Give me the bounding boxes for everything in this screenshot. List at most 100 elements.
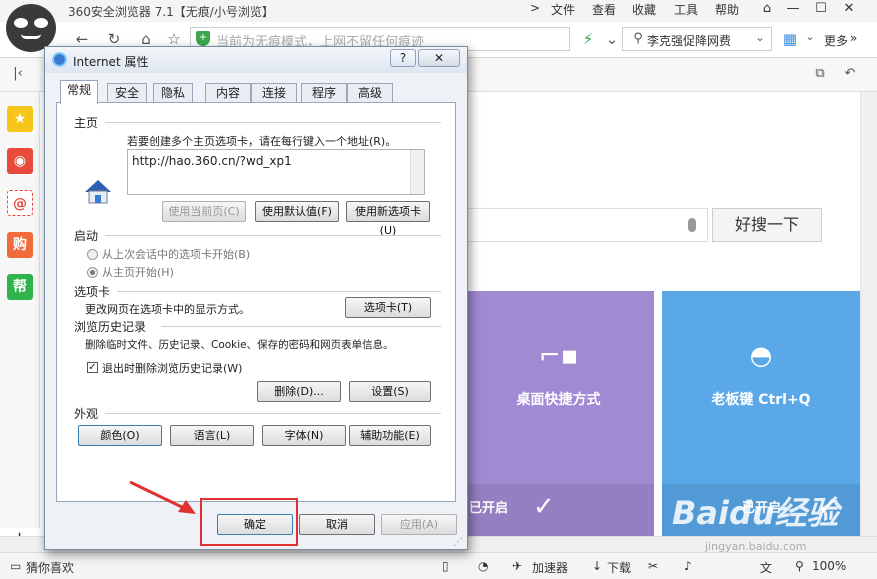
network-icon[interactable]: ◔ — [478, 559, 488, 573]
delete-history-button[interactable]: 删除(D)... — [257, 381, 341, 402]
red-arrow-icon — [129, 480, 196, 514]
tab-content[interactable]: 内容 — [205, 83, 251, 103]
incognito-icon: ◓ — [749, 341, 773, 371]
search-icon[interactable]: ⚲ — [628, 31, 648, 49]
shop-icon-text: 购 — [13, 237, 27, 253]
speaker-icon[interactable]: ♪ — [684, 559, 692, 573]
accelerator-icon[interactable]: ✈ — [512, 559, 522, 573]
divider — [105, 235, 441, 236]
tab-connections[interactable]: 连接 — [251, 83, 297, 103]
screenshot-icon[interactable]: ✂ — [648, 559, 658, 573]
more-chevron-icon[interactable]: » — [850, 31, 857, 45]
search-dropdown-icon[interactable]: ⌄ — [750, 31, 770, 49]
use-current-button[interactable]: 使用当前页(C) — [162, 201, 246, 222]
tabs-description: 更改网页在选项卡中的显示方式。 — [85, 303, 250, 316]
phone-icon[interactable]: ▯ — [442, 559, 449, 573]
maximize-icon[interactable]: ☐ — [808, 0, 834, 20]
recommend-icon[interactable]: ▭ — [10, 559, 21, 573]
download-icon[interactable]: ↓ — [592, 559, 602, 573]
startup-home-page-label[interactable]: 从主页开始(H) — [102, 264, 174, 280]
menu-view[interactable]: 查看 — [592, 1, 616, 18]
search-button[interactable]: 好搜一下 — [712, 208, 822, 242]
apps-grid-icon[interactable]: ▦ — [780, 30, 800, 48]
card1-status: 已开启 — [469, 501, 509, 516]
undo-close-icon[interactable]: ↶ — [840, 66, 860, 84]
dropdown-chevron-icon[interactable]: ⌄ — [602, 30, 622, 48]
dialog-help-button[interactable]: ? — [390, 49, 416, 67]
tab-general[interactable]: 常规 — [60, 80, 98, 104]
accessibility-button[interactable]: 辅助功能(E) — [349, 425, 431, 446]
card2-label: 老板键 Ctrl+Q — [711, 392, 811, 408]
zoom-level[interactable]: 100% — [812, 559, 846, 573]
languages-button[interactable]: 语言(L) — [170, 425, 254, 446]
home-url-text: http://hao.360.cn/?wd_xp1 — [132, 154, 292, 168]
menu-tools[interactable]: 工具 — [674, 1, 698, 18]
tab-scroll-left-icon[interactable]: |‹ — [8, 66, 28, 84]
window-title: 360安全浏览器 7.1【无痕/小号浏览】 — [68, 5, 274, 19]
skin-icon[interactable]: ⌂ — [754, 0, 780, 20]
vertical-scrollbar[interactable] — [860, 92, 877, 536]
resize-grip-icon[interactable]: ⋰ — [453, 537, 463, 548]
translate-icon[interactable]: 文 — [760, 559, 772, 576]
shop-icon[interactable]: 购 — [7, 232, 33, 258]
history-settings-button[interactable]: 设置(S) — [349, 381, 431, 402]
home-page-icon — [85, 180, 111, 204]
menu-help[interactable]: 帮助 — [715, 1, 739, 18]
history-section-label: 浏览历史记录 — [74, 320, 147, 334]
use-new-tab-button[interactable]: 使用新选项卡(U) — [346, 201, 430, 237]
more-menu[interactable]: 更多 — [824, 32, 848, 49]
home-page-url-field[interactable]: http://hao.360.cn/?wd_xp1 — [127, 149, 425, 195]
close-window-icon[interactable]: ✕ — [836, 0, 862, 20]
cancel-button[interactable]: 取消 — [299, 514, 375, 535]
tab-privacy[interactable]: 隐私 — [153, 83, 193, 103]
apps-dropdown-icon[interactable]: ⌄ — [800, 30, 820, 48]
minimize-icon[interactable]: — — [780, 0, 806, 20]
fonts-button[interactable]: 字体(N) — [262, 425, 346, 446]
help-icon-text: 帮 — [13, 279, 27, 295]
tabs-settings-button[interactable]: 选项卡(T) — [345, 297, 431, 318]
microphone-icon[interactable] — [688, 218, 696, 232]
dialog-close-button[interactable]: ✕ — [418, 49, 460, 67]
status-bar — [0, 552, 877, 579]
star-icon[interactable]: ★ — [7, 106, 33, 132]
use-default-button[interactable]: 使用默认值(F) — [255, 201, 339, 222]
menu-file[interactable]: 文件 — [551, 1, 575, 18]
speed-icon[interactable]: ⚡ — [578, 30, 598, 48]
page-search-input[interactable] — [456, 208, 708, 242]
history-description: 删除临时文件、历史记录、Cookie、保存的密码和网页表单信息。 — [85, 339, 394, 351]
delete-on-exit-checkbox[interactable]: ✓ — [87, 362, 98, 373]
menu-favorites[interactable]: 收藏 — [632, 1, 656, 18]
accelerator-label[interactable]: 加速器 — [532, 559, 568, 576]
tab-programs[interactable]: 程序 — [301, 83, 347, 103]
delete-on-exit-label[interactable]: 退出时删除浏览历史记录(W) — [102, 360, 242, 376]
logo-eye-left — [14, 18, 28, 28]
divider — [117, 291, 441, 292]
apply-button[interactable]: 应用(A) — [381, 514, 457, 535]
mail-icon[interactable]: @ — [7, 190, 33, 216]
colors-button[interactable]: 颜色(O) — [78, 425, 162, 446]
startup-last-session-label[interactable]: 从上次会话中的选项卡开始(B) — [102, 246, 250, 262]
startup-last-session-radio[interactable] — [87, 249, 98, 260]
logo-mouth — [21, 34, 41, 39]
home-description: 若要创建多个主页选项卡，请在每行键入一个地址(R)。 — [127, 135, 397, 148]
search-input-text: 李克强促降网费 — [647, 34, 732, 48]
weibo-icon[interactable]: ◉ — [7, 148, 33, 174]
menu-expand-icon[interactable]: > — [530, 1, 540, 15]
help-icon[interactable]: 帮 — [7, 274, 33, 300]
mask-icon: ⌐▪ — [538, 341, 579, 371]
zoom-icon[interactable]: ⚲ — [795, 559, 804, 573]
startup-home-page-radio[interactable] — [87, 267, 98, 278]
card1-label: 桌面快捷方式 — [516, 392, 601, 408]
tab-security[interactable]: 安全 — [107, 83, 147, 103]
recommend-label[interactable]: 猜你喜欢 — [26, 559, 74, 576]
appearance-section-label: 外观 — [74, 407, 99, 421]
internet-properties-dialog: Internet 属性 ? ✕ 常规 安全 隐私 内容 连接 程序 高级 主页 … — [44, 46, 468, 550]
home-section-label: 主页 — [74, 116, 99, 130]
restore-tabs-icon[interactable]: ⧉ — [810, 66, 830, 84]
tab-advanced[interactable]: 高级 — [347, 83, 393, 103]
desktop-shortcut-card[interactable]: ⌐▪ 桌面快捷方式 已开启 ✓ — [463, 291, 654, 536]
url-field-scrollbar[interactable] — [410, 150, 424, 194]
browser-logo-icon[interactable] — [6, 4, 56, 52]
download-label[interactable]: 下载 — [607, 559, 631, 576]
divider — [161, 326, 441, 327]
